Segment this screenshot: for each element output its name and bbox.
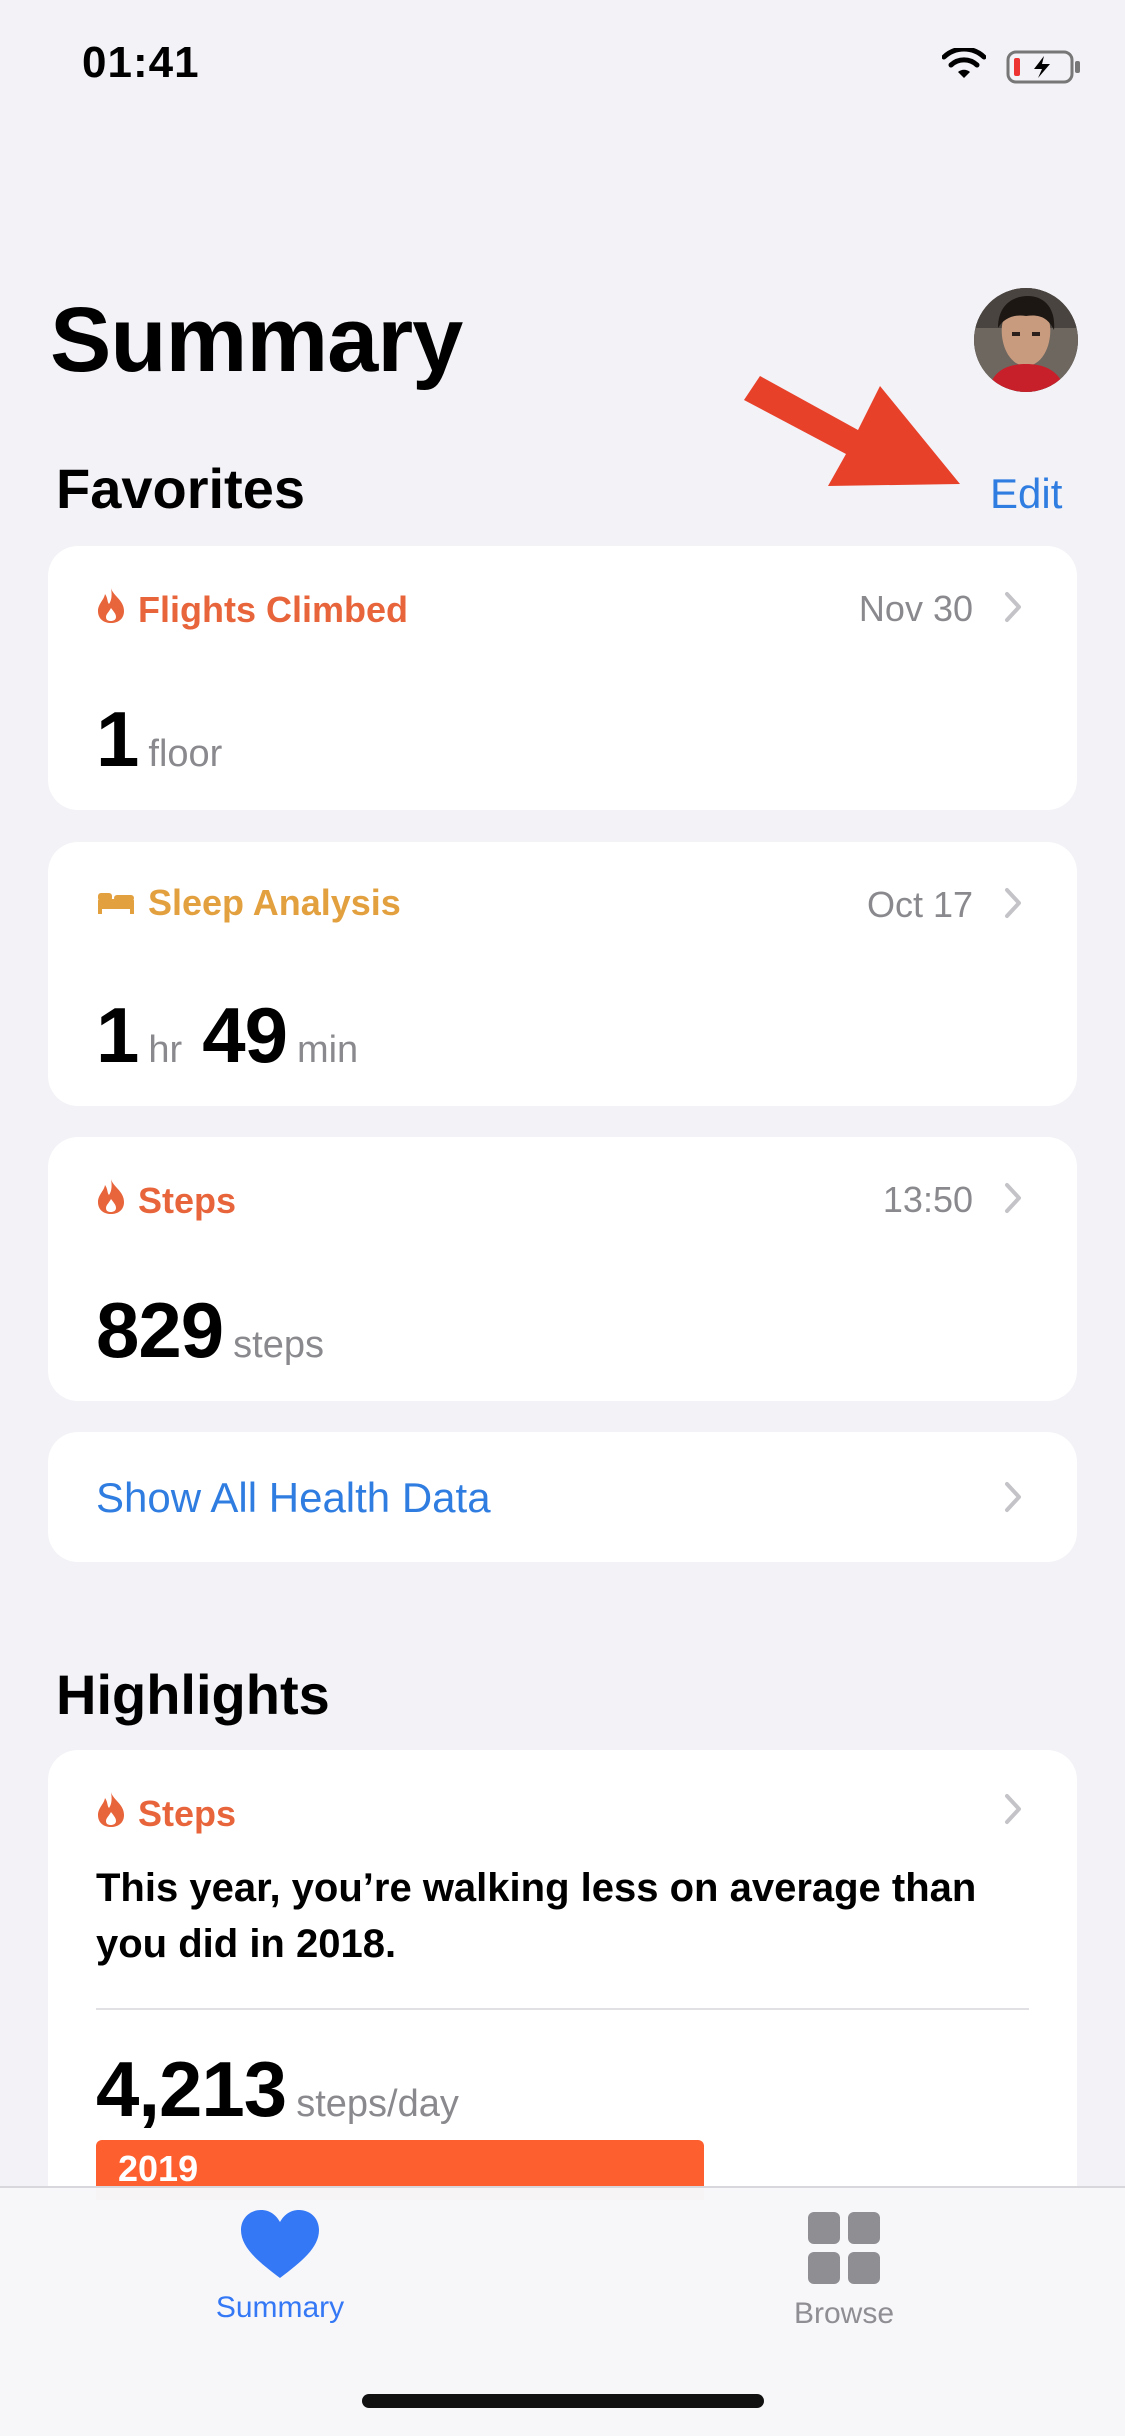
heart-icon [150, 2208, 410, 2285]
sleep-analysis-card[interactable]: Sleep Analysis Oct 17 1 hr 49 min [48, 842, 1077, 1106]
chevron-right-icon [1003, 1790, 1025, 1828]
profile-avatar[interactable] [974, 288, 1078, 392]
bed-icon [96, 882, 136, 924]
card-label: Sleep Analysis [148, 882, 401, 923]
flame-icon [96, 1790, 126, 1837]
highlight-unit: steps/day [296, 2083, 459, 2125]
flights-climbed-card[interactable]: Flights Climbed Nov 30 1 floor [48, 546, 1077, 810]
chevron-right-icon [1003, 884, 1025, 922]
battery-icon [1006, 50, 1082, 89]
card-value: 829 [96, 1286, 224, 1374]
card-unit-hours: hr [148, 1029, 183, 1071]
card-unit: floor [148, 733, 223, 775]
card-unit-minutes: min [296, 1029, 359, 1071]
card-label: Steps [138, 1792, 237, 1834]
chevron-right-icon [1003, 588, 1025, 626]
card-date: Nov 30 [858, 588, 973, 629]
card-label: Steps [138, 1179, 237, 1221]
tab-label: Browse [793, 2297, 895, 2330]
grid-icon [714, 2208, 974, 2291]
highlight-text: This year, you’re walking less on averag… [96, 1866, 977, 1966]
page-title: Summary [50, 289, 463, 391]
highlight-value: 4,213 [96, 2045, 287, 2133]
home-indicator [362, 2394, 764, 2408]
chevron-right-icon [1003, 1478, 1025, 1516]
highlights-heading: Highlights [56, 1663, 330, 1726]
card-date: 13:50 [882, 1179, 973, 1220]
edit-button[interactable]: Edit [990, 470, 1062, 518]
card-value-minutes: 49 [202, 991, 288, 1079]
show-all-health-data-link[interactable]: Show All Health Data [96, 1474, 491, 1522]
chevron-right-icon [1003, 1179, 1025, 1217]
card-label: Flights Climbed [138, 588, 408, 630]
status-time: 01:41 [82, 38, 200, 87]
wifi-icon [941, 46, 987, 87]
card-date: Oct 17 [866, 884, 973, 925]
flame-icon [96, 586, 126, 633]
tab-label: Summary [215, 2291, 345, 2324]
card-value: 1 [96, 695, 139, 783]
show-all-health-data-row[interactable]: Show All Health Data [48, 1432, 1077, 1562]
tab-summary[interactable]: Summary [150, 2208, 410, 2325]
flame-icon [96, 1177, 126, 1224]
divider [96, 2008, 1029, 2010]
annotation-arrow [740, 338, 970, 493]
favorites-heading: Favorites [56, 457, 305, 520]
tab-browse[interactable]: Browse [714, 2208, 974, 2331]
card-unit: steps [233, 1324, 324, 1366]
card-value-hours: 1 [96, 991, 139, 1079]
steps-card[interactable]: Steps 13:50 829 steps [48, 1137, 1077, 1401]
